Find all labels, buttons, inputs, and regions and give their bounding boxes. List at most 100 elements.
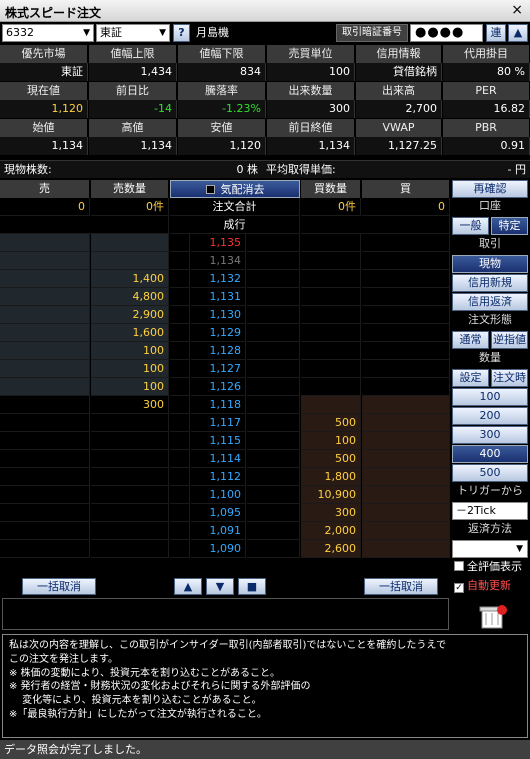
price-cell[interactable]: 1,132 [191, 270, 246, 288]
qty-500-button[interactable]: 500 [452, 464, 528, 482]
order-time-button[interactable]: 注文時 [491, 369, 528, 387]
info-value[interactable]: 16.82 [443, 100, 530, 118]
buy-cell[interactable] [362, 432, 450, 450]
sell-cell[interactable] [0, 342, 90, 360]
tick-select[interactable]: －2Tick [452, 502, 528, 520]
buy-cell[interactable] [362, 252, 450, 270]
price-cell[interactable]: 1,127 [191, 360, 246, 378]
price-cell[interactable]: 1,129 [191, 324, 246, 342]
sell-cell[interactable] [0, 468, 90, 486]
scroll-up-button[interactable]: ▲ [174, 578, 202, 595]
close-icon[interactable]: × [511, 2, 523, 18]
info-value[interactable]: 834 [178, 63, 266, 81]
buy-cell[interactable] [362, 288, 450, 306]
qty-100-button[interactable]: 100 [452, 388, 528, 406]
price-cell[interactable]: 1,118 [191, 396, 246, 414]
sell-cell[interactable] [0, 522, 90, 540]
info-header[interactable]: 高値 [89, 119, 177, 137]
sell-cell[interactable] [0, 450, 90, 468]
qty-300-button[interactable]: 300 [452, 426, 528, 444]
info-value[interactable]: 100 [267, 63, 355, 81]
buy-cell[interactable] [362, 378, 450, 396]
price-cell[interactable]: 1,090 [191, 540, 246, 558]
info-value[interactable]: -1.23% [178, 100, 266, 118]
price-cell[interactable]: 1,115 [191, 432, 246, 450]
qty-200-button[interactable]: 200 [452, 407, 528, 425]
price-cell[interactable]: 1,131 [191, 288, 246, 306]
price-cell[interactable]: 1,112 [191, 468, 246, 486]
price-cell[interactable]: 1,100 [191, 486, 246, 504]
info-header[interactable]: 出来高 [356, 82, 442, 100]
info-header[interactable]: PER [443, 82, 530, 100]
stop-order-button[interactable]: 逆指値 [491, 331, 528, 349]
info-value[interactable]: -14 [89, 100, 177, 118]
info-value[interactable]: 2,700 [356, 100, 442, 118]
sell-cell[interactable] [0, 306, 90, 324]
sell-cell[interactable] [0, 270, 90, 288]
buy-cell[interactable] [362, 504, 450, 522]
normal-order-button[interactable]: 通常 [452, 331, 489, 349]
buy-cell[interactable] [362, 540, 450, 558]
info-value[interactable]: 0.91 [443, 137, 530, 155]
pin-input[interactable]: ●●●● [410, 24, 483, 42]
info-header[interactable]: VWAP [356, 119, 442, 137]
info-header[interactable]: 値幅下限 [178, 45, 266, 63]
price-cell[interactable]: 1,117 [191, 414, 246, 432]
sell-cell[interactable] [0, 432, 90, 450]
info-header[interactable]: 前日終値 [267, 119, 355, 137]
qty-400-button[interactable]: 400 [452, 445, 528, 463]
buy-cell[interactable] [362, 486, 450, 504]
buy-cell[interactable] [362, 522, 450, 540]
info-value[interactable]: 300 [267, 100, 355, 118]
stock-code-combo[interactable]: 6332 ▼ [2, 24, 94, 42]
sell-cell[interactable] [0, 288, 90, 306]
buy-cell[interactable] [362, 342, 450, 360]
buy-cell[interactable] [362, 468, 450, 486]
clear-quote-button[interactable]: 気配消去 [170, 180, 300, 198]
info-value[interactable]: 80 % [443, 63, 530, 81]
info-header[interactable]: 始値 [0, 119, 88, 137]
info-value[interactable]: 1,120 [178, 137, 266, 155]
buy-cell[interactable] [362, 396, 450, 414]
margin-close-button[interactable]: 信用返済 [452, 293, 528, 311]
cash-button[interactable]: 現物 [452, 255, 528, 273]
info-value[interactable]: 貸借銘柄 [356, 63, 442, 81]
sell-cell[interactable] [0, 504, 90, 522]
market-order-label[interactable]: 成行 [170, 216, 300, 234]
help-button[interactable]: ? [173, 24, 190, 42]
buy-cell[interactable] [362, 306, 450, 324]
market-select[interactable]: 東証 ▼ [96, 24, 170, 42]
sell-cell[interactable] [0, 414, 90, 432]
buy-cell[interactable] [362, 324, 450, 342]
info-value[interactable]: 1,134 [267, 137, 355, 155]
price-cell[interactable]: 1,130 [191, 306, 246, 324]
cancel-all-buy-button[interactable]: 一括取消 [364, 578, 438, 595]
show-eval-checkbox[interactable]: 全評価表示 [452, 559, 528, 577]
buy-cell[interactable] [362, 450, 450, 468]
buy-cell[interactable] [362, 234, 450, 252]
scroll-down-button[interactable]: ▼ [206, 578, 234, 595]
sell-cell[interactable] [0, 252, 90, 270]
info-value[interactable]: 1,134 [0, 137, 88, 155]
center-button[interactable]: ■ [238, 578, 266, 595]
auto-update-checkbox[interactable]: ✓ 自動更新 [452, 578, 528, 596]
qty-set-button[interactable]: 設定 [452, 369, 489, 387]
collapse-button[interactable]: ▲ [508, 24, 528, 42]
repay-select[interactable]: ▼ [452, 540, 528, 558]
info-header[interactable]: 騰落率 [178, 82, 266, 100]
sell-cell[interactable] [0, 360, 90, 378]
price-cell[interactable]: 1,126 [191, 378, 246, 396]
account-specific-button[interactable]: 特定 [491, 217, 528, 235]
info-header[interactable]: 出来数量 [267, 82, 355, 100]
trash-icon[interactable] [472, 602, 512, 630]
info-value[interactable]: 東証 [0, 63, 88, 81]
price-cell[interactable]: 1,095 [191, 504, 246, 522]
price-cell[interactable]: 1,091 [191, 522, 246, 540]
sell-cell[interactable] [0, 486, 90, 504]
sell-cell[interactable] [0, 234, 90, 252]
info-header[interactable]: PBR [443, 119, 530, 137]
buy-cell[interactable] [362, 270, 450, 288]
link-button[interactable]: 連 [486, 24, 506, 42]
margin-new-button[interactable]: 信用新規 [452, 274, 528, 292]
price-cell[interactable]: 1,128 [191, 342, 246, 360]
